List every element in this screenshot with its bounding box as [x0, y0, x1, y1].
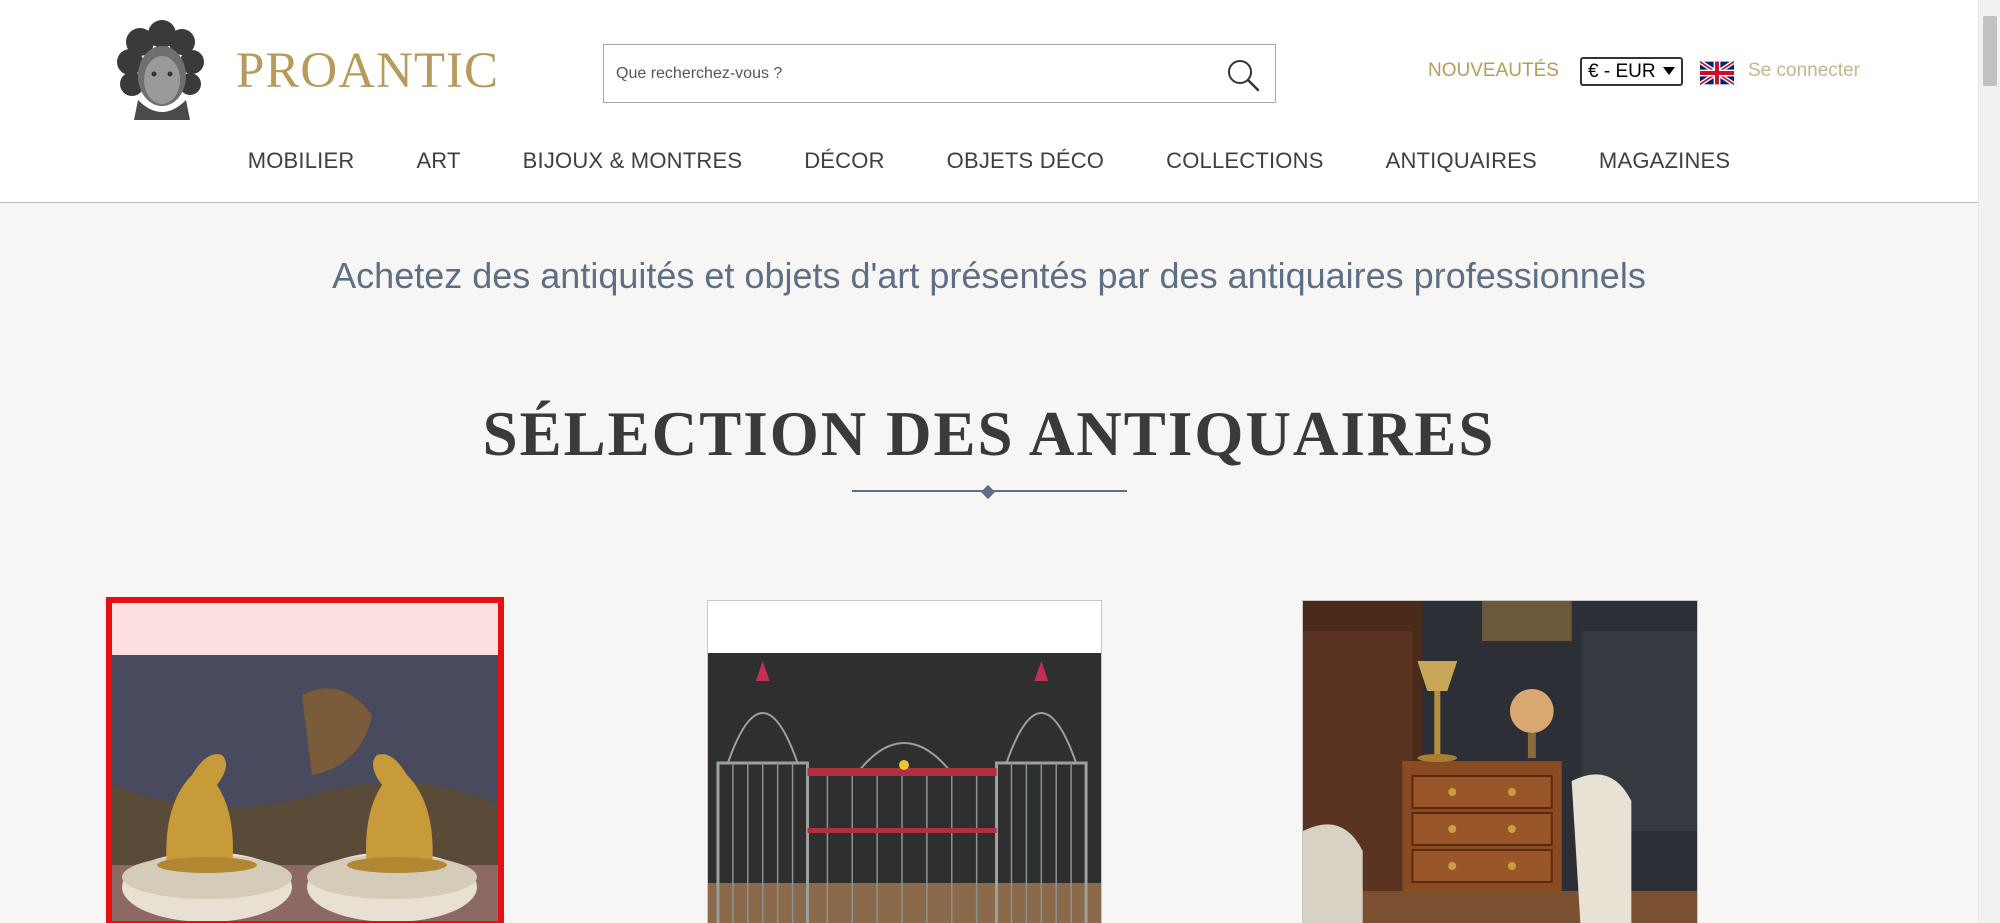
- product-card-side-table[interactable]: [1302, 600, 1698, 923]
- product-image-side-table: [1303, 601, 1697, 923]
- uk-flag-icon[interactable]: [1700, 60, 1734, 86]
- nav-item-antiquaires[interactable]: ANTIQUAIRES: [1386, 148, 1537, 174]
- product-card-gilt-cats[interactable]: [106, 597, 504, 923]
- site-header: PROANTIC NOUVEAUTÉS € - EUR Se connecter…: [0, 0, 1978, 203]
- site-logo[interactable]: PROANTIC: [110, 20, 499, 122]
- nav-item-collections[interactable]: COLLECTIONS: [1166, 148, 1323, 174]
- scrollbar-thumb[interactable]: [1983, 16, 1997, 86]
- nav-item-art[interactable]: ART: [416, 148, 460, 174]
- page-scrollbar[interactable]: [1978, 0, 2000, 923]
- section-title: SÉLECTION DES ANTIQUAIRES: [482, 399, 1496, 469]
- search-box: [603, 44, 1276, 103]
- currency-selected-value: € - EUR: [1588, 60, 1656, 82]
- search-icon[interactable]: [1225, 57, 1261, 93]
- bust-logo-icon: [117, 20, 204, 120]
- nav-item-bijoux-montres[interactable]: BIJOUX & MONTRES: [523, 148, 743, 174]
- product-image-bird-cage: [708, 653, 1101, 923]
- card-top-band: [112, 603, 498, 655]
- nouveautes-link[interactable]: NOUVEAUTÉS: [1428, 60, 1559, 82]
- divider-diamond-icon: [980, 484, 996, 500]
- currency-select[interactable]: € - EUR: [1580, 57, 1683, 86]
- chevron-down-icon: [1663, 67, 1675, 75]
- main-nav: MOBILIER ART BIJOUX & MONTRES DÉCOR OBJE…: [0, 148, 1978, 174]
- nav-item-decor[interactable]: DÉCOR: [804, 148, 884, 174]
- login-link[interactable]: Se connecter: [1748, 60, 1860, 82]
- card-top-band: [708, 601, 1101, 653]
- nav-item-objets-deco[interactable]: OBJETS DÉCO: [947, 148, 1104, 174]
- product-image-gilt-cats: [112, 655, 498, 921]
- nav-item-mobilier[interactable]: MOBILIER: [248, 148, 355, 174]
- logo-text: PROANTIC: [236, 43, 500, 99]
- tagline: Achetez des antiquités et objets d'art p…: [332, 255, 1646, 296]
- product-card-bird-cage[interactable]: [707, 600, 1102, 923]
- nav-item-magazines[interactable]: MAGAZINES: [1599, 148, 1730, 174]
- search-input[interactable]: [616, 45, 1196, 102]
